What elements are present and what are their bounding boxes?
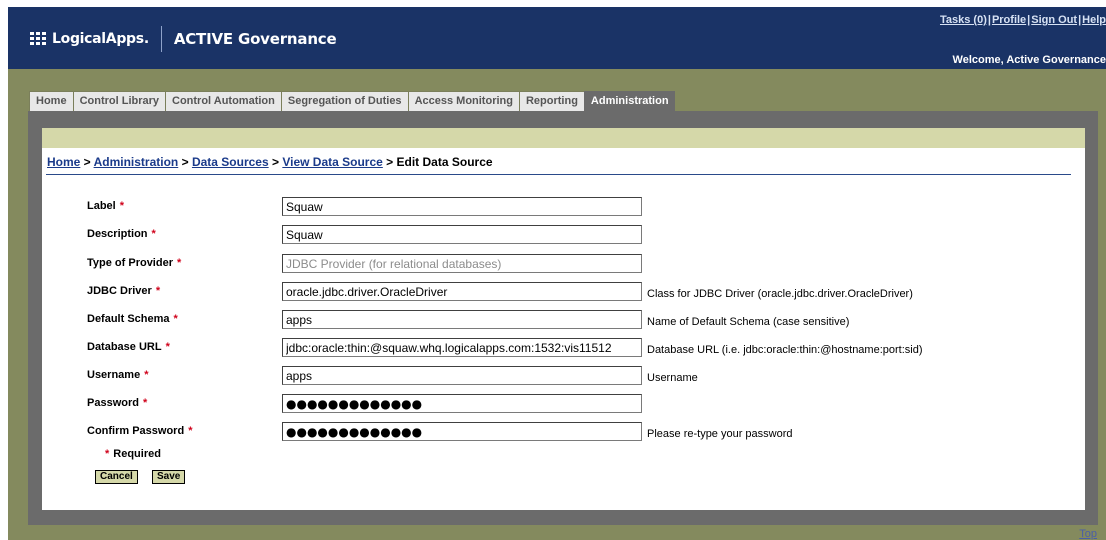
required-asterisk: * — [155, 285, 161, 297]
save-button[interactable]: Save — [152, 470, 186, 484]
top-link[interactable]: Top — [1079, 528, 1097, 540]
label-row: Label * — [42, 197, 1085, 217]
database-url-row: Database URL* Database URL (i.e. jdbc:or… — [42, 338, 1085, 358]
confirm-password-row: Confirm Password* Please re-type your pa… — [42, 422, 1085, 442]
provider-type-row: Type of Provider * — [42, 254, 1085, 274]
sign-out-link[interactable]: Sign Out — [1031, 14, 1077, 26]
confirm-password-input[interactable] — [282, 422, 642, 441]
cancel-button[interactable]: Cancel — [95, 470, 138, 484]
required-asterisk: * — [144, 369, 149, 381]
jdbc-driver-field-label: JDBC Driver * — [87, 285, 160, 297]
required-asterisk: * — [119, 200, 125, 212]
field-label-text: Type of Provider — [87, 257, 173, 269]
field-label-text: JDBC Driver — [87, 285, 152, 297]
confirm-password-help: Please re-type your password — [647, 428, 793, 440]
field-label-text: Default Schema — [87, 313, 170, 325]
jdbc-driver-help: Class for JDBC Driver (oracle.jdbc.drive… — [647, 288, 913, 300]
tab-home[interactable]: Home — [29, 91, 73, 111]
username-help: Username — [647, 372, 698, 384]
required-asterisk: * — [188, 425, 193, 437]
tasks-link[interactable]: Tasks (0) — [940, 14, 987, 26]
breadcrumb-data-sources[interactable]: Data Sources — [192, 155, 269, 169]
required-asterisk: * — [173, 313, 178, 325]
tab-reporting[interactable]: Reporting — [518, 91, 584, 111]
default-schema-field-label: Default Schema * — [87, 313, 178, 325]
logo-grid-icon — [30, 32, 46, 46]
field-label-text: Label — [87, 200, 116, 212]
product-name: ACTIVE Governance — [173, 30, 337, 48]
default-schema-input[interactable] — [282, 310, 642, 329]
required-asterisk: * — [151, 228, 156, 240]
default-schema-row: Default Schema* Name of Default Schema (… — [42, 310, 1085, 330]
required-asterisk: * — [142, 397, 148, 409]
label-field-label: Label * — [87, 200, 124, 212]
label-input[interactable] — [282, 197, 642, 216]
breadcrumb-view-data-source[interactable]: View Data Source — [282, 155, 383, 169]
provider-type-field-label: Type of Provider * — [87, 257, 181, 269]
logo-divider — [160, 26, 162, 52]
tab-control-library[interactable]: Control Library — [72, 91, 166, 111]
field-label-text: Password — [87, 397, 139, 409]
logo-text: LogicalApps. — [52, 31, 149, 47]
breadcrumb-separator: > — [80, 155, 94, 169]
default-schema-help: Name of Default Schema (case sensitive) — [647, 316, 850, 328]
password-input[interactable] — [282, 394, 642, 413]
username-row: Username* Username — [42, 366, 1085, 386]
header-bar: LogicalApps. ACTIVE Governance Tasks (0)… — [8, 7, 1106, 69]
field-label-text: Confirm Password — [87, 425, 185, 437]
field-label-text: Username — [87, 369, 141, 381]
breadcrumb-separator: > — [268, 155, 283, 169]
required-note: * Required — [105, 448, 161, 460]
breadcrumb: Home > Administration > Data Sources > V… — [47, 155, 493, 169]
required-asterisk: * — [176, 257, 182, 269]
username-field-label: Username * — [87, 369, 148, 381]
database-url-input[interactable] — [282, 338, 642, 357]
required-asterisk: * — [105, 448, 110, 460]
breadcrumb-separator: > — [178, 155, 192, 169]
database-url-field-label: Database URL * — [87, 341, 170, 353]
password-row: Password * — [42, 394, 1085, 414]
field-label-text: Database URL — [87, 341, 162, 353]
tab-administration[interactable]: Administration — [583, 91, 675, 111]
provider-type-input — [282, 254, 642, 273]
help-link[interactable]: Help — [1082, 14, 1106, 26]
username-input[interactable] — [282, 366, 642, 385]
tab-segregation-of-duties[interactable]: Segregation of Duties — [280, 91, 408, 111]
jdbc-driver-input[interactable] — [282, 282, 642, 301]
link-separator: | — [1027, 14, 1031, 26]
tab-control-automation[interactable]: Control Automation — [165, 91, 281, 111]
password-field-label: Password * — [87, 397, 147, 409]
required-note-text: Required — [113, 448, 161, 460]
edit-data-source-panel: Home > Administration > Data Sources > V… — [42, 128, 1085, 510]
tab-access-monitoring[interactable]: Access Monitoring — [407, 91, 519, 111]
confirm-password-field-label: Confirm Password * — [87, 425, 192, 437]
welcome-text: Welcome, Active Governance — [952, 54, 1106, 66]
description-row: Description * — [42, 225, 1085, 245]
field-label-text: Description — [87, 228, 148, 240]
breadcrumb-current: Edit Data Source — [396, 155, 493, 169]
breadcrumb-divider — [46, 174, 1071, 175]
jdbc-driver-row: JDBC Driver* Class for JDBC Driver (orac… — [42, 282, 1085, 302]
link-separator: | — [1078, 14, 1082, 26]
breadcrumb-home[interactable]: Home — [47, 155, 80, 169]
link-separator: | — [987, 14, 991, 26]
main-tabs: Home Control Library Control Automation … — [29, 91, 675, 111]
profile-link[interactable]: Profile — [992, 14, 1026, 26]
breadcrumb-separator: > — [382, 155, 397, 169]
panel-header-strip — [42, 128, 1085, 148]
database-url-help: Database URL (i.e. jdbc:oracle:thin:@hos… — [647, 344, 923, 356]
logo: LogicalApps. ACTIVE Governance — [30, 26, 337, 52]
description-input[interactable] — [282, 225, 642, 244]
top-links: Tasks (0)|Profile|Sign Out|Help — [940, 14, 1106, 26]
required-asterisk: * — [165, 341, 170, 353]
description-field-label: Description * — [87, 228, 156, 240]
breadcrumb-administration[interactable]: Administration — [94, 155, 179, 169]
